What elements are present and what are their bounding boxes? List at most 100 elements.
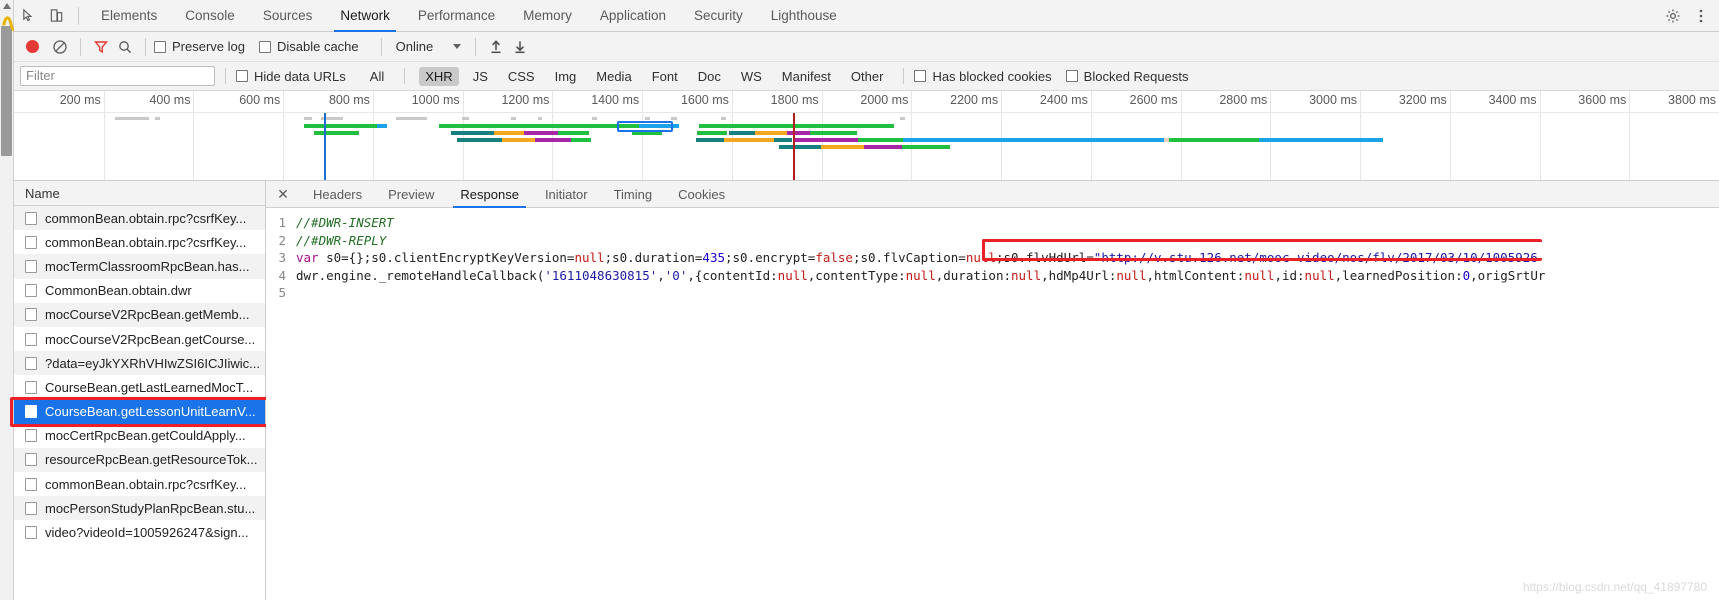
- type-filter-doc[interactable]: Doc: [692, 67, 727, 86]
- disable-cache-label: Disable cache: [276, 39, 359, 54]
- code-line-1: 1 //#DWR-INSERT: [266, 214, 1719, 232]
- code-line-text[interactable]: var s0={};s0.clientEncryptKeyVersion=nul…: [296, 249, 1538, 267]
- type-filter-all[interactable]: All: [364, 67, 390, 86]
- code-line-text[interactable]: dwr.engine._remoteHandleCallback('161104…: [296, 267, 1545, 285]
- gear-icon[interactable]: [1659, 2, 1687, 30]
- has-blocked-cookies-box[interactable]: [914, 70, 927, 82]
- tab-preview[interactable]: Preview: [375, 181, 447, 208]
- type-filter-manifest[interactable]: Manifest: [776, 67, 837, 86]
- preserve-log-checkbox[interactable]: Preserve log: [154, 39, 245, 54]
- tab-console[interactable]: Console: [171, 0, 249, 32]
- overview-selected-request-box: [617, 121, 673, 132]
- funnel-icon[interactable]: [89, 35, 113, 59]
- page-scroll-gutter[interactable]: [0, 0, 14, 600]
- search-icon[interactable]: [113, 35, 137, 59]
- overview-request-bar: [538, 117, 542, 120]
- tab-network[interactable]: Network: [326, 0, 404, 32]
- code-line-text[interactable]: //#DWR-INSERT: [296, 214, 394, 232]
- request-row[interactable]: commonBean.obtain.rpc?csrfKey...: [14, 206, 265, 231]
- request-row[interactable]: mocCourseV2RpcBean.getMemb...: [14, 302, 265, 327]
- overview-request-bar: [724, 138, 774, 142]
- export-har-icon[interactable]: [508, 35, 532, 59]
- type-filter-other[interactable]: Other: [845, 67, 890, 86]
- request-name: mocCertRpcBean.getCouldApply...: [45, 428, 246, 444]
- request-row[interactable]: mocPersonStudyPlanRpcBean.stu...: [14, 496, 265, 521]
- type-filter-font[interactable]: Font: [646, 67, 684, 86]
- overview-request-bar: [571, 138, 591, 142]
- throttle-select[interactable]: Online: [396, 39, 462, 54]
- chevron-down-icon[interactable]: [453, 44, 462, 49]
- request-name: commonBean.obtain.rpc?csrfKey...: [45, 234, 247, 250]
- type-filter-css[interactable]: CSS: [502, 67, 541, 86]
- line-number: 5: [278, 285, 286, 300]
- tab-cookies[interactable]: Cookies: [665, 181, 738, 208]
- tab-memory[interactable]: Memory: [509, 0, 586, 32]
- disable-cache-checkbox[interactable]: Disable cache: [258, 39, 359, 54]
- has-blocked-cookies-checkbox[interactable]: Has blocked cookies: [914, 69, 1052, 84]
- tab-initiator[interactable]: Initiator: [532, 181, 601, 208]
- overview-request-bar: [858, 138, 903, 142]
- clear-button[interactable]: [48, 35, 72, 59]
- filter-input[interactable]: Filter: [20, 66, 215, 86]
- tab-performance[interactable]: Performance: [404, 0, 509, 32]
- request-row[interactable]: resourceRpcBean.getResourceTok...: [14, 447, 265, 473]
- network-overview-timeline[interactable]: 200 ms 400 ms 600 ms 800 ms 1000 ms 1200 ms 14…: [14, 91, 1719, 181]
- request-row[interactable]: video?videoId=1005926247&sign...: [14, 520, 265, 545]
- type-filter-xhr[interactable]: XHR: [419, 66, 459, 86]
- tab-application[interactable]: Application: [586, 0, 680, 32]
- request-row[interactable]: CommonBean.obtain.dwr: [14, 278, 265, 303]
- request-type-icon: [25, 332, 37, 346]
- preserve-log-box[interactable]: [154, 40, 166, 53]
- code-line-2: 2 //#DWR-REPLY: [266, 232, 1719, 250]
- type-filter-media[interactable]: Media: [590, 67, 637, 86]
- overview-request-bar: [494, 131, 524, 135]
- devtools-main-tabs: Elements Console Sources Network Perform…: [87, 0, 851, 32]
- overview-request-bar: [774, 138, 792, 142]
- request-row[interactable]: ?data=eyJkYXRhVHIwZSI6ICJIiwic...: [14, 351, 265, 376]
- overview-request-bar: [592, 117, 597, 120]
- overview-request-bar: [511, 117, 516, 120]
- disable-cache-box[interactable]: [258, 40, 271, 53]
- type-filter-img[interactable]: Img: [549, 67, 583, 86]
- hide-data-urls-box[interactable]: [236, 70, 248, 82]
- code-token: false: [815, 250, 853, 265]
- request-name: commonBean.obtain.rpc?csrfKey...: [45, 476, 247, 492]
- toolbar-divider-3: [145, 37, 146, 56]
- request-row[interactable]: commonBean.obtain.rpc?csrfKey...: [14, 230, 265, 255]
- tab-lighthouse[interactable]: Lighthouse: [757, 0, 851, 32]
- blocked-requests-box[interactable]: [1065, 70, 1078, 82]
- request-row[interactable]: mocCertRpcBean.getCouldApply...: [14, 423, 265, 448]
- record-button[interactable]: [26, 40, 39, 53]
- request-name: mocPersonStudyPlanRpcBean.stu...: [45, 500, 256, 516]
- kebab-menu-icon[interactable]: [1687, 2, 1715, 30]
- tab-timing[interactable]: Timing: [601, 181, 666, 208]
- overview-request-bar: [558, 131, 589, 135]
- request-row[interactable]: mocTermClassroomRpcBean.has...: [14, 254, 265, 279]
- type-filter-js[interactable]: JS: [467, 67, 494, 86]
- overview-request-bar: [779, 145, 821, 149]
- overview-tick: 1400 ms: [591, 91, 644, 180]
- response-body-viewer[interactable]: 1 //#DWR-INSERT 2 //#DWR-REPLY 3 var s0={};s0…: [266, 208, 1719, 600]
- device-toolbar-icon[interactable]: [42, 2, 70, 30]
- close-icon[interactable]: ✕: [272, 183, 294, 205]
- request-list-header[interactable]: Name: [14, 181, 265, 206]
- tab-security[interactable]: Security: [680, 0, 757, 32]
- tab-headers[interactable]: Headers: [300, 181, 375, 208]
- blocked-requests-checkbox[interactable]: Blocked Requests: [1065, 69, 1188, 84]
- request-list-rows[interactable]: commonBean.obtain.rpc?csrfKey... commonBe…: [14, 206, 265, 600]
- type-filter-ws[interactable]: WS: [735, 67, 768, 86]
- overview-tick: 2800 ms: [1219, 91, 1272, 180]
- request-row[interactable]: CourseBean.getLastLearnedMocT...: [14, 375, 265, 400]
- tab-sources[interactable]: Sources: [249, 0, 327, 32]
- request-row-selected[interactable]: CourseBean.getLessonUnitLearnV...: [14, 399, 265, 424]
- code-line-text[interactable]: //#DWR-REPLY: [296, 232, 386, 250]
- request-row[interactable]: commonBean.obtain.rpc?csrfKey...: [14, 472, 265, 497]
- tab-elements[interactable]: Elements: [87, 0, 171, 32]
- overview-tick: 3000 ms: [1309, 91, 1362, 180]
- hide-data-urls-checkbox[interactable]: Hide data URLs: [236, 69, 346, 84]
- code-token: null: [1244, 267, 1275, 283]
- import-har-icon[interactable]: [484, 35, 508, 59]
- tab-response[interactable]: Response: [447, 181, 532, 208]
- inspect-cursor-icon[interactable]: [14, 2, 42, 30]
- request-row[interactable]: mocCourseV2RpcBean.getCourse...: [14, 326, 265, 352]
